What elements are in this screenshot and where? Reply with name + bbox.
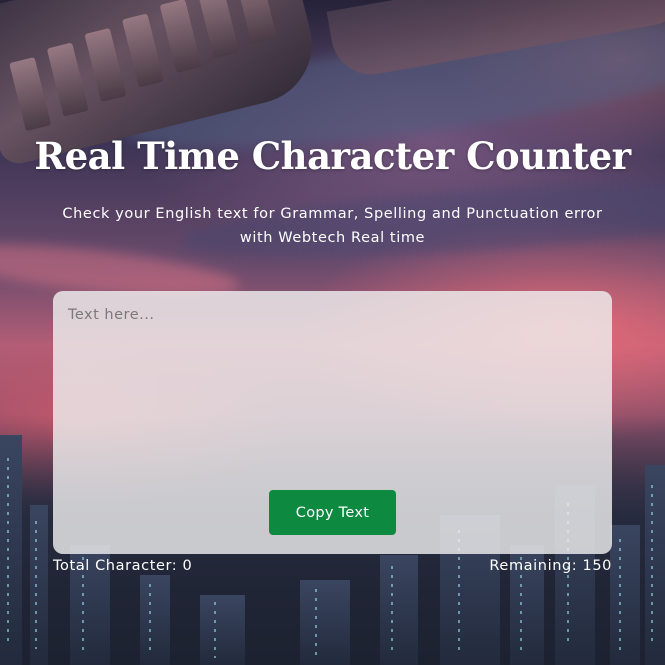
page-title: Real Time Character Counter — [34, 134, 631, 178]
hull-panel — [234, 0, 277, 45]
city-tower — [30, 505, 48, 665]
city-tower — [140, 575, 170, 665]
hull-panel — [197, 0, 240, 59]
hull-panel — [46, 42, 89, 117]
total-character-label: Total Character: — [53, 558, 178, 574]
copy-text-button[interactable]: Copy Text — [269, 490, 396, 535]
city-tower — [300, 580, 350, 665]
hull-panel — [84, 27, 127, 103]
remaining-counter: Remaining: 150 — [489, 558, 612, 574]
city-tower — [380, 555, 418, 665]
city-tower — [0, 435, 22, 665]
total-character-counter: Total Character: 0 — [53, 558, 192, 574]
remaining-label: Remaining: — [489, 558, 578, 574]
hull-panel — [9, 56, 52, 132]
hull-panel — [159, 0, 202, 74]
page-subtitle: Check your English text for Grammar, Spe… — [62, 206, 603, 246]
city-tower — [610, 525, 640, 665]
text-input[interactable] — [53, 291, 612, 481]
total-character-value: 0 — [182, 558, 193, 574]
city-tower — [200, 595, 245, 665]
text-panel: Copy Text — [53, 291, 612, 554]
remaining-value: 150 — [582, 558, 612, 574]
city-tower — [645, 465, 665, 665]
hull-panel — [121, 13, 165, 88]
